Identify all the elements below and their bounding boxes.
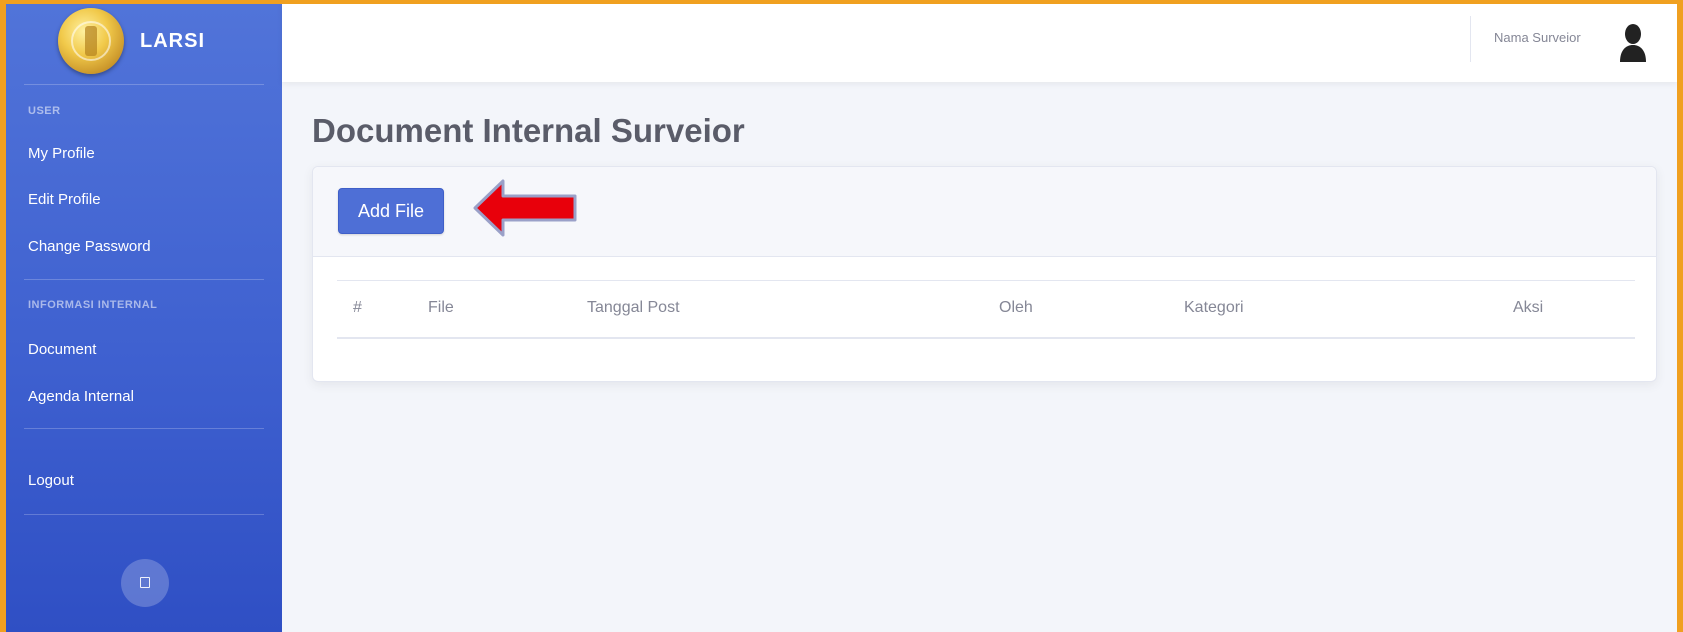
sidebar-divider [24,428,264,429]
sidebar-divider [24,279,264,280]
app-window: LARSI USER My Profile Edit Profile Chang… [6,4,1677,632]
card-header: Add File [313,167,1656,257]
sidebar-item-logout[interactable]: Logout [28,472,74,489]
table-header-border-top [337,280,1635,281]
add-file-button[interactable]: Add File [338,188,444,234]
column-header-oleh: Oleh [999,299,1033,316]
column-header-file: File [428,299,454,316]
sidebar-heading-user: USER [28,105,61,117]
sidebar-toggle-icon [140,577,150,588]
topbar-divider [1470,16,1471,62]
sidebar-divider [24,514,264,515]
sidebar-item-document[interactable]: Document [28,341,96,358]
red-arrow-icon [473,179,577,237]
user-name[interactable]: Nama Surveior [1494,30,1581,45]
brand-name: LARSI [140,30,205,52]
larsi-logo-icon [58,8,124,74]
topbar: Nama Surveior [282,4,1677,82]
sidebar-brand[interactable]: LARSI [6,4,282,82]
page-title: Document Internal Surveior [312,112,745,149]
sidebar-item-change-password[interactable]: Change Password [28,238,151,255]
column-header-kategori: Kategori [1184,299,1244,316]
sidebar: LARSI USER My Profile Edit Profile Chang… [6,4,282,632]
column-header-tanggal-post: Tanggal Post [587,299,680,316]
user-silhouette-icon[interactable] [1617,22,1649,62]
sidebar-item-my-profile[interactable]: My Profile [28,145,95,162]
sidebar-heading-informasi-internal: INFORMASI INTERNAL [28,299,158,311]
sidebar-item-agenda-internal[interactable]: Agenda Internal [28,388,134,405]
sidebar-item-edit-profile[interactable]: Edit Profile [28,191,101,208]
table-header-border-bottom [337,337,1635,339]
sidebar-toggle-button[interactable] [121,559,169,607]
column-header-aksi: Aksi [1513,299,1544,316]
sidebar-divider [24,84,264,85]
document-card: Add File # File Tanggal Post Oleh Katego… [312,166,1657,382]
column-header-number: # [353,299,362,316]
